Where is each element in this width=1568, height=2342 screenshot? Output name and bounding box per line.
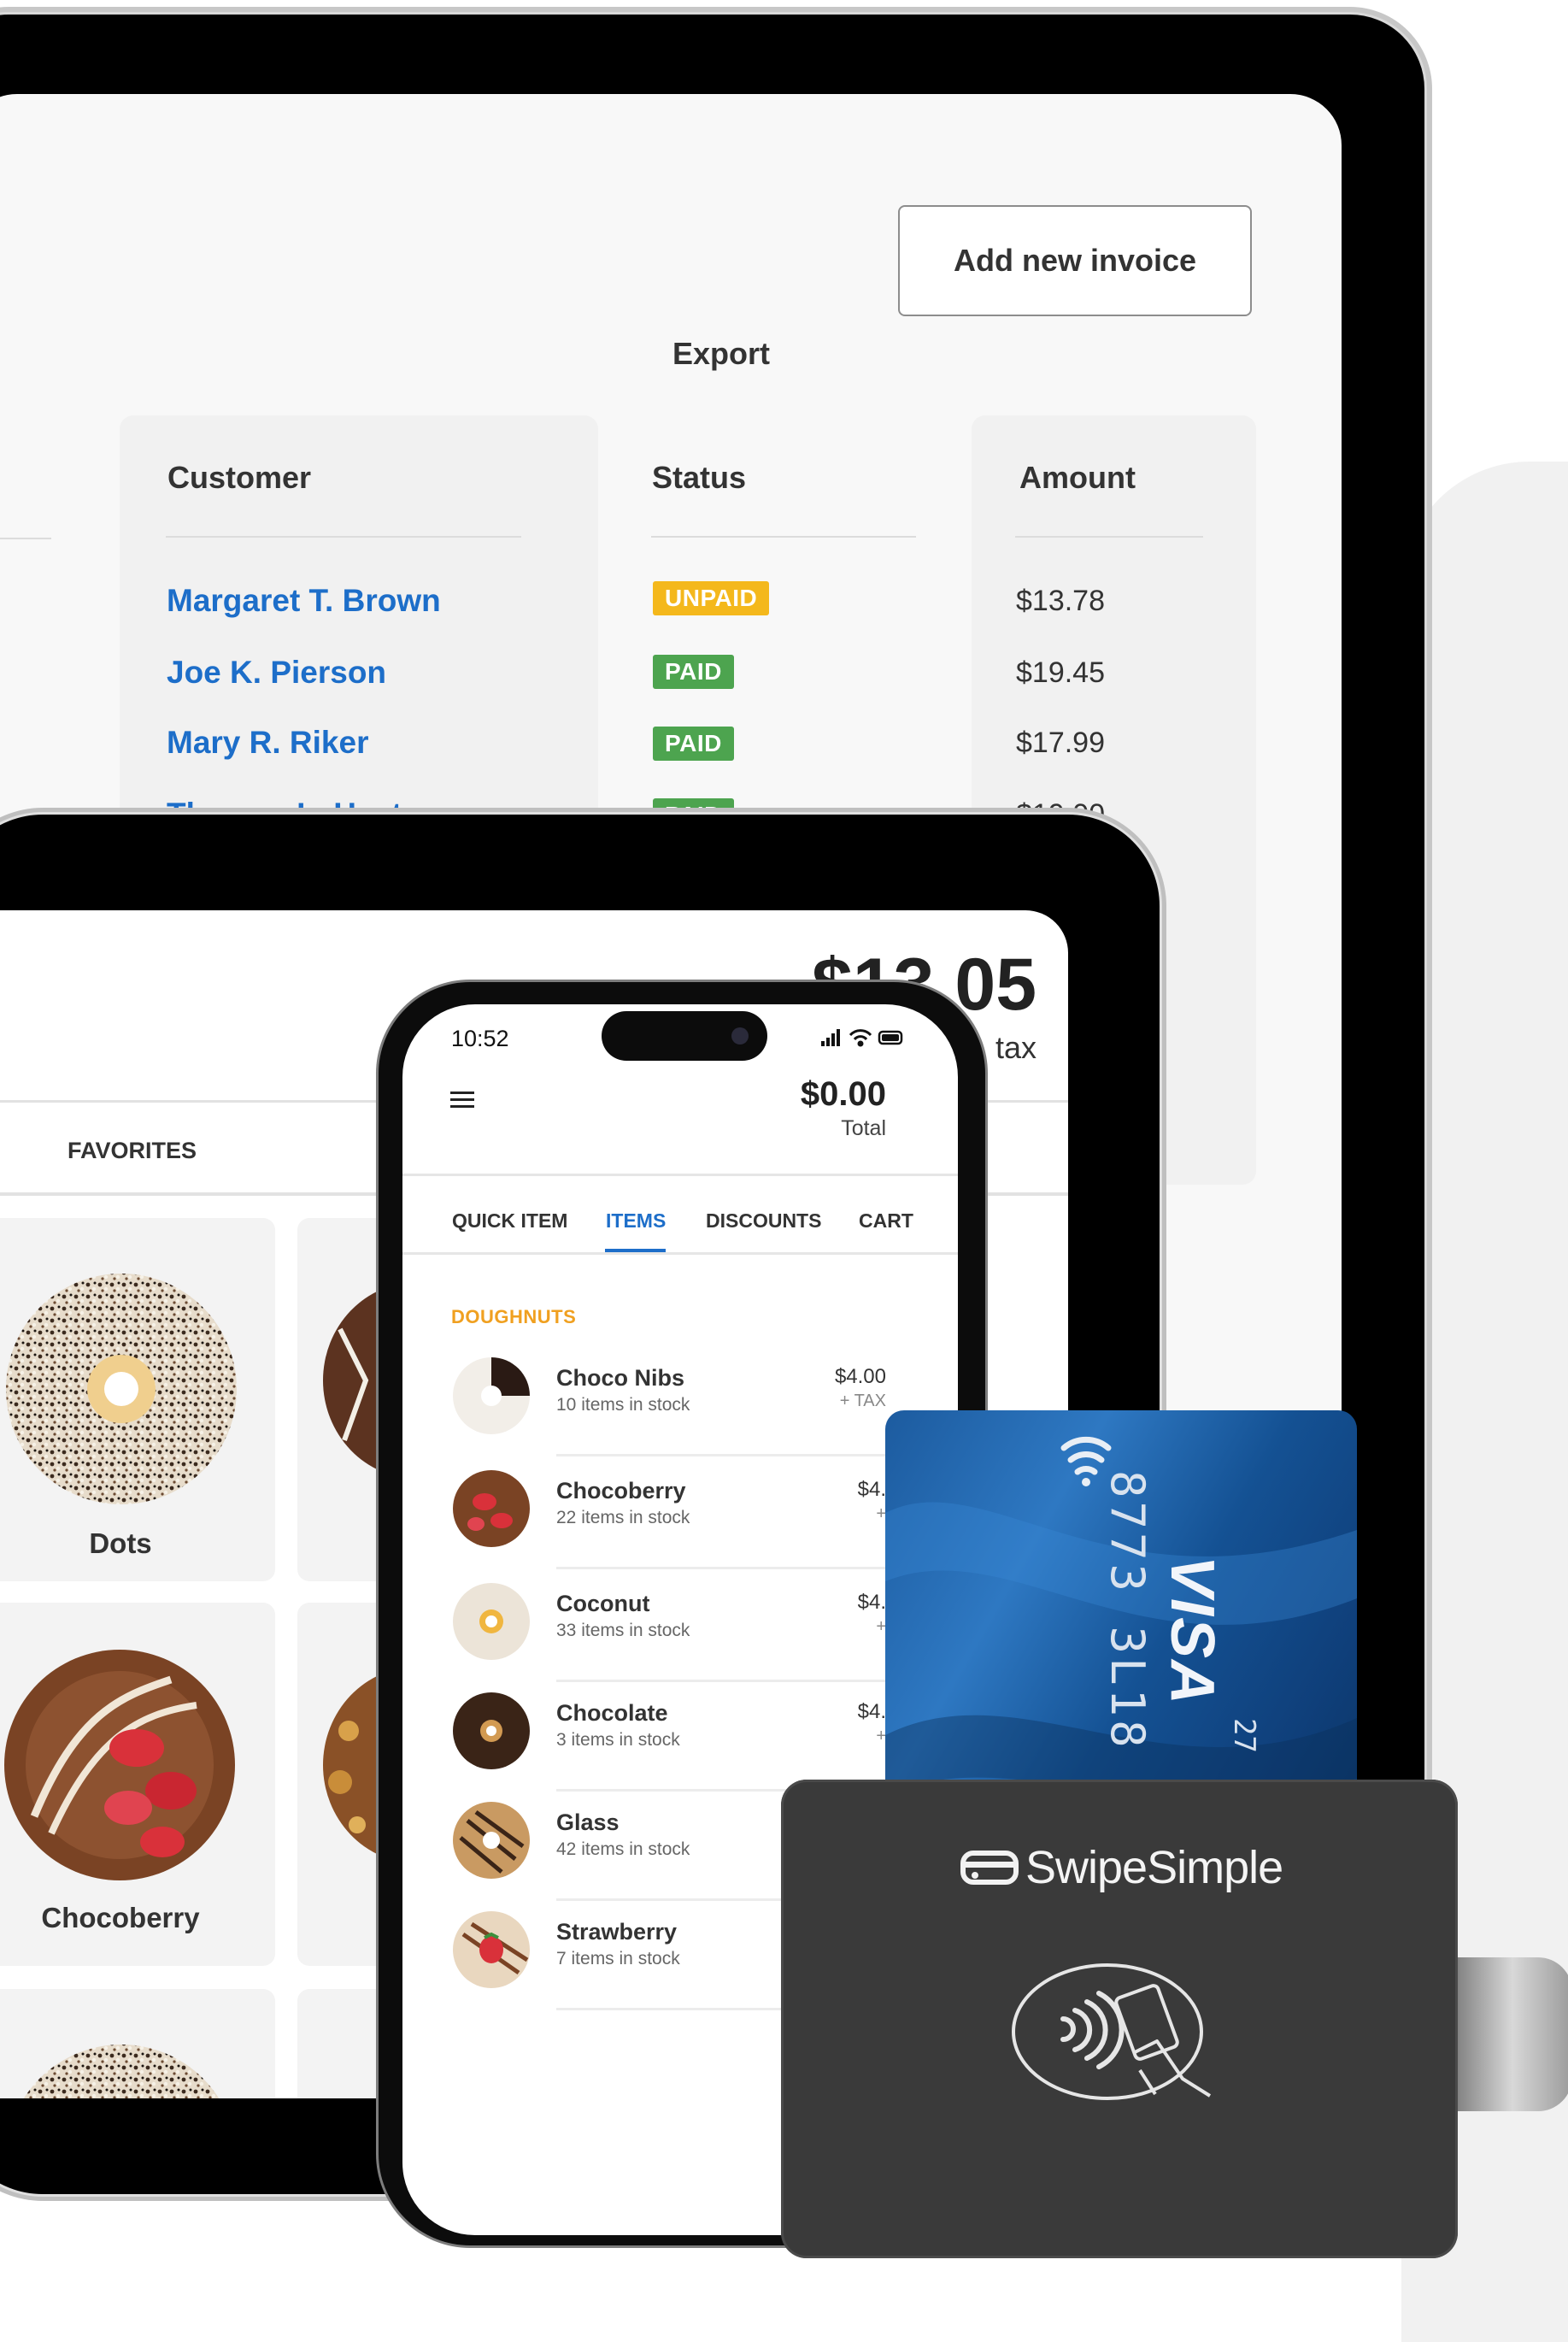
add-new-invoice-button[interactable]: Add new invoice — [898, 205, 1252, 316]
invoice-amount: $13.78 — [1016, 585, 1105, 617]
item-name: Coconut — [556, 1591, 650, 1616]
wifi-icon — [849, 1029, 872, 1047]
phone-total-label: Total — [841, 1116, 886, 1140]
header-divider — [1015, 536, 1203, 538]
divider — [402, 1252, 958, 1255]
tab-items[interactable]: ITEMS — [606, 1209, 666, 1233]
product-tile[interactable] — [0, 1989, 275, 2098]
item-price: $4. — [857, 1700, 886, 1723]
swipesimple-logo-icon — [960, 1851, 1019, 1885]
glass-thumbnail — [453, 1802, 530, 1879]
tab-cart[interactable]: CART — [859, 1209, 913, 1233]
tile-label: Dots — [89, 1527, 152, 1559]
status-column-header: Status — [652, 460, 747, 495]
item-stock: 3 items in stock — [556, 1730, 680, 1750]
customer-link[interactable]: Margaret T. Brown — [167, 583, 441, 619]
reader-brand-label: SwipeSimple — [1025, 1842, 1283, 1893]
item-tax: + — [876, 1504, 886, 1523]
tile-label: Chocoberry — [41, 1902, 200, 1933]
card-reader: SwipeSimple — [781, 1780, 1458, 2258]
dynamic-island — [602, 1011, 767, 1061]
list-item[interactable]: Choco Nibs 10 items in stock $4.00 + TAX — [402, 1346, 958, 1457]
item-tax: + — [876, 1727, 886, 1745]
item-name: Strawberry — [556, 1919, 678, 1945]
amount-column-header: Amount — [1019, 460, 1136, 495]
camera-icon — [731, 1027, 749, 1044]
list-item[interactable]: Chocolate 3 items in stock $4. + — [402, 1680, 958, 1792]
export-button[interactable]: Export — [653, 333, 790, 374]
donut-image — [23, 2045, 220, 2098]
visa-logo: VISA — [1158, 1556, 1226, 1707]
status-badge: PAID — [653, 727, 734, 761]
tablet-tax-label: tax — [995, 1030, 1037, 1065]
invoice-amount: $19.45 — [1016, 656, 1105, 689]
status-time: 10:52 — [451, 1026, 509, 1051]
invoice-amount: $17.99 — [1016, 727, 1105, 759]
battery-icon — [878, 1030, 903, 1045]
item-tax: + — [876, 1617, 886, 1636]
column-divider — [0, 538, 51, 539]
divider — [402, 1174, 958, 1176]
add-new-invoice-label: Add new invoice — [953, 243, 1197, 278]
item-stock: 7 items in stock — [556, 1949, 680, 1968]
phone-total-amount: $0.00 — [800, 1075, 886, 1113]
customer-link[interactable]: Mary R. Riker — [167, 725, 369, 761]
list-item[interactable]: Chocoberry 22 items in stock $4. + — [402, 1457, 958, 1569]
item-price: $4. — [857, 1478, 886, 1501]
tab-quick-item[interactable]: QUICK ITEM — [452, 1209, 567, 1233]
reader-stand — [1453, 1957, 1568, 2111]
item-stock: 42 items in stock — [556, 1839, 690, 1859]
section-heading: DOUGHNUTS — [451, 1306, 577, 1327]
header-divider — [166, 536, 521, 538]
dots-donut-image — [6, 1274, 237, 1504]
menu-icon[interactable] — [450, 1090, 474, 1110]
item-name: Glass — [556, 1809, 620, 1835]
list-item[interactable]: Coconut 33 items in stock $4. + — [402, 1568, 958, 1682]
signal-icon — [821, 1029, 840, 1046]
strawberry-thumbnail — [453, 1911, 530, 1988]
item-name: Chocoberry — [556, 1478, 686, 1503]
header-divider — [651, 536, 916, 538]
choco-nibs-thumbnail — [453, 1357, 530, 1434]
tab-discounts[interactable]: DISCOUNTS — [706, 1209, 821, 1233]
status-badge: UNPAID — [653, 581, 770, 615]
item-tax: + TAX — [839, 1392, 886, 1410]
chocoberry-thumbnail — [453, 1470, 530, 1547]
item-stock: 10 items in stock — [556, 1395, 690, 1415]
chocoberry-donut-image — [4, 1650, 235, 1880]
status-badge: PAID — [653, 655, 734, 689]
item-price: $4.00 — [834, 1365, 886, 1388]
item-name: Choco Nibs — [556, 1365, 685, 1391]
tab-favorites[interactable]: FAVORITES — [68, 1138, 197, 1164]
product-tile[interactable]: Dots — [0, 1218, 275, 1581]
customer-link[interactable]: Joe K. Pierson — [167, 655, 386, 691]
chocolate-thumbnail — [453, 1692, 530, 1769]
product-tile[interactable]: Chocoberry — [0, 1603, 275, 1966]
customer-column-header: Customer — [167, 460, 312, 495]
card-expiry: 27 — [1227, 1718, 1261, 1753]
status-icons — [821, 1029, 903, 1047]
item-stock: 22 items in stock — [556, 1508, 690, 1527]
item-name: Chocolate — [556, 1700, 668, 1726]
item-price: $4. — [857, 1591, 886, 1614]
coconut-thumbnail — [453, 1583, 530, 1660]
tap-to-pay-icon — [1012, 1963, 1212, 2100]
item-stock: 33 items in stock — [556, 1621, 690, 1640]
